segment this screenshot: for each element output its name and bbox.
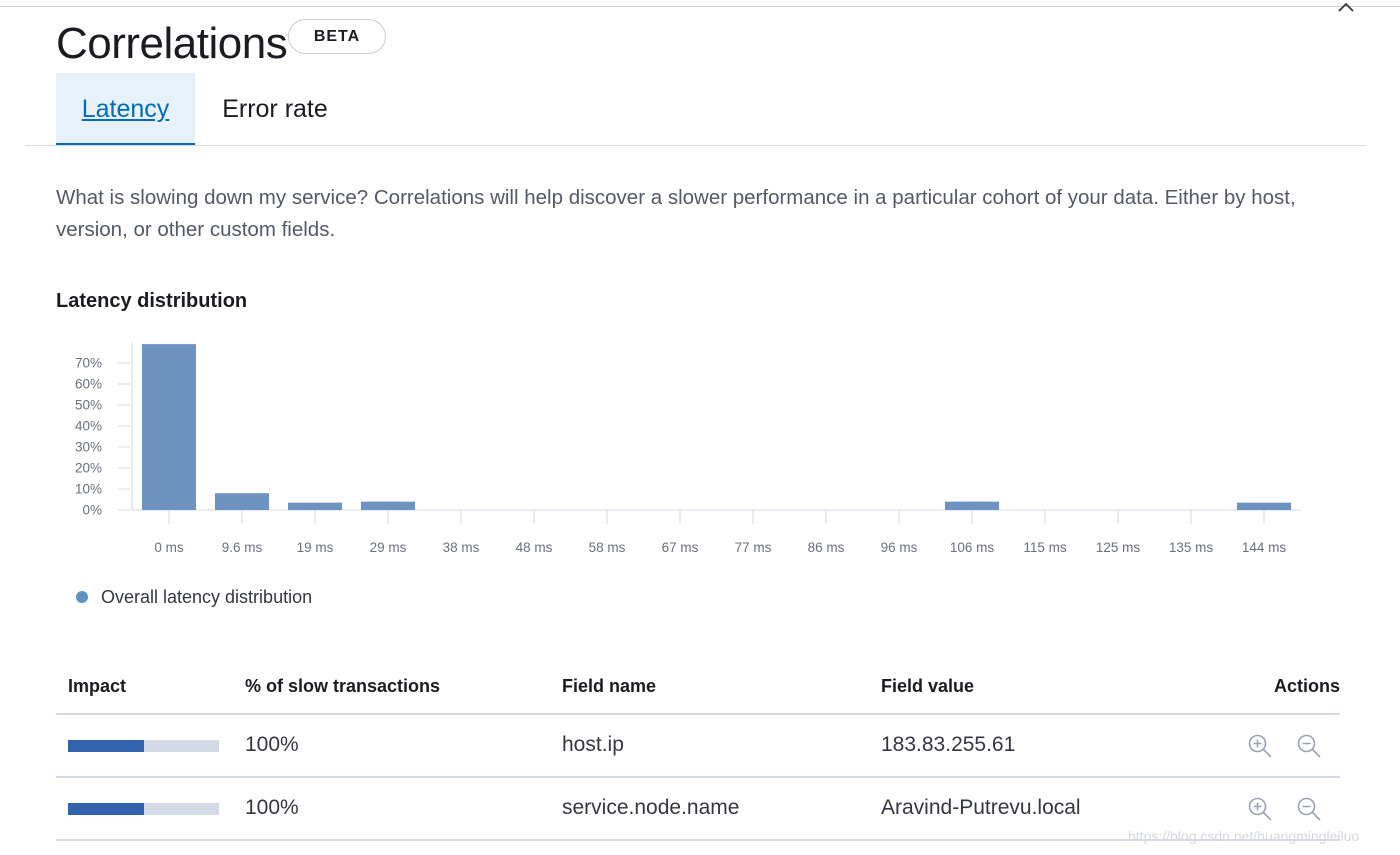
top-divider — [0, 6, 1400, 7]
beta-badge: BETA — [288, 19, 386, 54]
legend-label: Overall latency distribution — [101, 587, 313, 607]
description-text: What is slowing down my service? Correla… — [56, 186, 1296, 241]
field-value-value: 183.83.255.61 — [881, 733, 1016, 756]
y-tick-label: 70% — [75, 356, 102, 371]
x-tick-label: 86 ms — [808, 540, 845, 555]
x-tick-label: 38 ms — [443, 540, 480, 555]
x-tick-label: 96 ms — [881, 540, 918, 555]
bar — [288, 502, 342, 510]
x-tick-label: 67 ms — [662, 540, 699, 555]
tab-latency[interactable]: Latency — [56, 73, 195, 146]
zoom-in-icon[interactable] — [1246, 795, 1274, 823]
bar — [142, 344, 196, 510]
tab-error-rate[interactable]: Error rate — [205, 73, 345, 146]
field-name-value: host.ip — [562, 733, 624, 756]
pct-slow-value: 100% — [245, 733, 299, 756]
y-tick-label: 50% — [75, 398, 102, 413]
impact-fill — [68, 803, 144, 815]
correlations-table: Impact % of slow transactions Field name… — [56, 664, 1340, 841]
x-tick-label: 58 ms — [589, 540, 626, 555]
header-impact[interactable]: Impact — [68, 674, 126, 698]
tab-bar: Latency Error rate — [0, 73, 1400, 146]
field-value-value: Aravind-Putrevu.local — [881, 796, 1081, 819]
bar — [215, 493, 269, 510]
y-tick-label: 40% — [75, 419, 102, 434]
table-header: Impact % of slow transactions Field name… — [56, 664, 1340, 715]
x-tick-label: 135 ms — [1169, 540, 1214, 555]
x-tick-label: 48 ms — [516, 540, 553, 555]
y-tick-label: 60% — [75, 377, 102, 392]
bar — [1237, 502, 1291, 510]
legend-dot-icon — [76, 591, 88, 603]
x-tick-label: 115 ms — [1023, 540, 1067, 555]
bar — [945, 501, 999, 510]
x-tick-label: 125 ms — [1096, 540, 1141, 555]
x-tick-label: 9.6 ms — [222, 540, 263, 555]
y-tick-label: 10% — [75, 482, 102, 497]
zoom-out-icon[interactable] — [1295, 795, 1323, 823]
table-row: 100% host.ip 183.83.255.61 — [56, 715, 1340, 778]
tabs-divider — [25, 145, 1366, 146]
bar — [361, 501, 415, 510]
field-name-value: service.node.name — [562, 796, 740, 819]
zoom-in-icon[interactable] — [1246, 732, 1274, 760]
y-tick-label: 20% — [75, 461, 102, 476]
pct-slow-value: 100% — [245, 796, 299, 819]
close-icon[interactable] — [1334, 0, 1358, 14]
zoom-out-icon[interactable] — [1295, 732, 1323, 760]
x-tick-label: 29 ms — [370, 540, 407, 555]
impact-fill — [68, 740, 144, 752]
impact-bar — [68, 740, 219, 752]
x-tick-label: 0 ms — [154, 540, 184, 555]
x-tick-label: 19 ms — [297, 540, 334, 555]
latency-distribution-chart: 0% 10% 20% 30% 40% 50% 60% 70% 0 ms 9.6 ms 19 ms 2… — [75, 342, 1301, 555]
watermark: https://blog.csdn.net/huangmingleiluo — [1128, 828, 1360, 844]
latency-distribution-title: Latency distribution — [56, 290, 248, 312]
y-tick-label: 30% — [75, 440, 102, 455]
header-field-name[interactable]: Field name — [562, 674, 656, 698]
header-actions: Actions — [1273, 676, 1340, 696]
y-tick-label: 0% — [82, 503, 102, 518]
impact-bar — [68, 803, 219, 815]
x-tick-label: 144 ms — [1242, 540, 1287, 555]
x-tick-label: 106 ms — [950, 540, 995, 555]
x-tick-label: 77 ms — [735, 540, 772, 555]
page-title: Correlations — [56, 19, 288, 68]
header-field-value[interactable]: Field value — [881, 674, 974, 698]
header-pct-slow[interactable]: % of slow transactions — [245, 674, 440, 698]
